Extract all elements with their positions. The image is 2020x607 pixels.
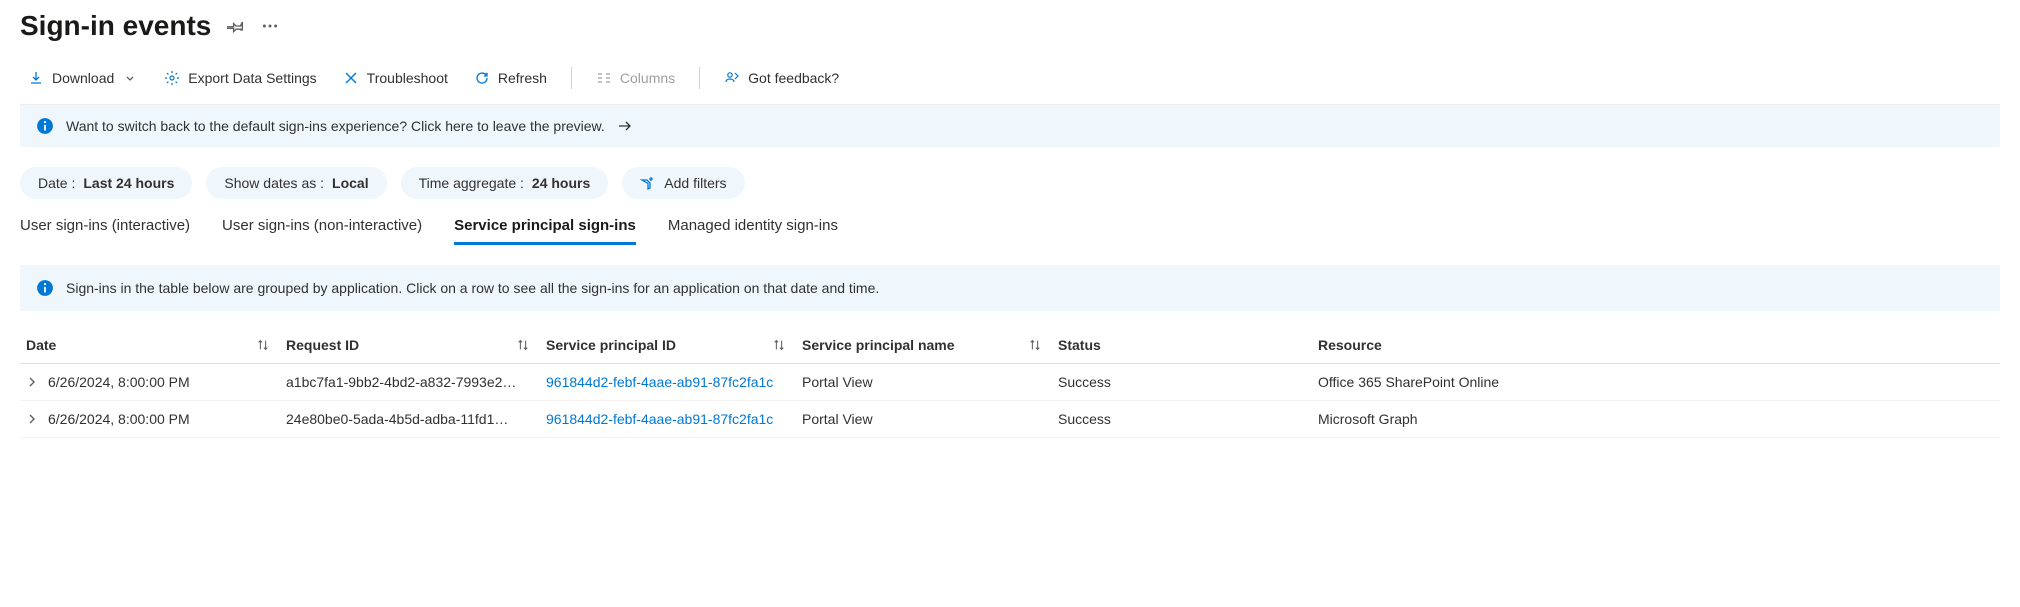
col-resource-label: Resource bbox=[1318, 337, 1978, 353]
tabs: User sign-ins (interactive) User sign-ins… bbox=[20, 209, 2000, 245]
filter-date-prefix: Date : bbox=[38, 175, 75, 191]
filter-date[interactable]: Date : Last 24 hours bbox=[20, 167, 192, 199]
feedback-icon bbox=[724, 70, 740, 86]
cell-resource: Microsoft Graph bbox=[1318, 411, 1418, 427]
add-filters-button[interactable]: Add filters bbox=[622, 167, 744, 199]
grouping-info-text: Sign-ins in the table below are grouped … bbox=[66, 280, 879, 296]
gear-icon bbox=[164, 70, 180, 86]
chevron-right-icon bbox=[26, 413, 38, 425]
tab-user-sign-ins-interactive-[interactable]: User sign-ins (interactive) bbox=[20, 209, 190, 245]
col-sp-id[interactable]: Service principal ID bbox=[546, 337, 802, 353]
cell-date: 6/26/2024, 8:00:00 PM bbox=[48, 411, 190, 427]
grouping-info-bar: Sign-ins in the table below are grouped … bbox=[20, 265, 2000, 311]
pin-icon[interactable] bbox=[227, 17, 245, 35]
cell-resource: Office 365 SharePoint Online bbox=[1318, 374, 1499, 390]
download-label: Download bbox=[52, 70, 114, 86]
filter-agg-prefix: Time aggregate : bbox=[419, 175, 524, 191]
arrow-right-icon bbox=[617, 118, 633, 134]
sort-icon bbox=[256, 338, 270, 352]
cell-request-id: a1bc7fa1-9bb2-4bd2-a832-7993e2… bbox=[286, 374, 516, 390]
col-sp-name-label: Service principal name bbox=[802, 337, 1020, 353]
export-label: Export Data Settings bbox=[188, 70, 316, 86]
cell-status: Success bbox=[1058, 374, 1111, 390]
troubleshoot-label: Troubleshoot bbox=[367, 70, 448, 86]
columns-icon bbox=[596, 70, 612, 86]
filter-show-dates[interactable]: Show dates as : Local bbox=[206, 167, 386, 199]
filter-agg-value: 24 hours bbox=[532, 175, 590, 191]
toolbar-separator bbox=[571, 67, 572, 89]
columns-button: Columns bbox=[588, 64, 683, 92]
filter-date-value: Last 24 hours bbox=[83, 175, 174, 191]
download-button[interactable]: Download bbox=[20, 64, 146, 92]
col-request-id[interactable]: Request ID bbox=[286, 337, 546, 353]
sort-icon bbox=[1028, 338, 1042, 352]
chevron-down-icon bbox=[122, 70, 138, 86]
cell-sp-id-link[interactable]: 961844d2-febf-4aae-ab91-87fc2fa1c bbox=[546, 374, 773, 390]
filter-show-dates-prefix: Show dates as : bbox=[224, 175, 324, 191]
filter-time-aggregate[interactable]: Time aggregate : 24 hours bbox=[401, 167, 609, 199]
feedback-button[interactable]: Got feedback? bbox=[716, 64, 847, 92]
col-sp-name[interactable]: Service principal name bbox=[802, 337, 1058, 353]
col-status-label: Status bbox=[1058, 337, 1302, 353]
col-request-id-label: Request ID bbox=[286, 337, 508, 353]
col-sp-id-label: Service principal ID bbox=[546, 337, 764, 353]
cell-sp-name: Portal View bbox=[802, 374, 873, 390]
preview-info-text: Want to switch back to the default sign-… bbox=[66, 118, 605, 134]
cell-request-id: 24e80be0-5ada-4b5d-adba-11fd1… bbox=[286, 411, 508, 427]
refresh-icon bbox=[474, 70, 490, 86]
info-icon bbox=[36, 279, 54, 297]
sort-icon bbox=[772, 338, 786, 352]
cell-sp-name: Portal View bbox=[802, 411, 873, 427]
preview-info-bar[interactable]: Want to switch back to the default sign-… bbox=[20, 105, 2000, 147]
troubleshoot-button[interactable]: Troubleshoot bbox=[335, 64, 456, 92]
cell-sp-id-link[interactable]: 961844d2-febf-4aae-ab91-87fc2fa1c bbox=[546, 411, 773, 427]
filter-show-dates-value: Local bbox=[332, 175, 369, 191]
page-title: Sign-in events bbox=[20, 10, 211, 42]
col-status[interactable]: Status bbox=[1058, 337, 1318, 353]
tab-managed-identity-sign-ins[interactable]: Managed identity sign-ins bbox=[668, 209, 838, 245]
troubleshoot-icon bbox=[343, 70, 359, 86]
info-icon bbox=[36, 117, 54, 135]
feedback-label: Got feedback? bbox=[748, 70, 839, 86]
refresh-button[interactable]: Refresh bbox=[466, 64, 555, 92]
download-icon bbox=[28, 70, 44, 86]
tab-service-principal-sign-ins[interactable]: Service principal sign-ins bbox=[454, 209, 636, 245]
export-button[interactable]: Export Data Settings bbox=[156, 64, 324, 92]
table-row[interactable]: 6/26/2024, 8:00:00 PM 24e80be0-5ada-4b5d-… bbox=[20, 401, 2000, 438]
cell-status: Success bbox=[1058, 411, 1111, 427]
more-icon[interactable] bbox=[261, 17, 279, 35]
columns-label: Columns bbox=[620, 70, 675, 86]
refresh-label: Refresh bbox=[498, 70, 547, 86]
col-date-label: Date bbox=[26, 337, 248, 353]
add-filters-label: Add filters bbox=[664, 175, 726, 191]
tab-user-sign-ins-non-interactive-[interactable]: User sign-ins (non-interactive) bbox=[222, 209, 422, 245]
col-date[interactable]: Date bbox=[26, 337, 286, 353]
col-resource[interactable]: Resource bbox=[1318, 337, 1994, 353]
chevron-right-icon bbox=[26, 376, 38, 388]
sort-icon bbox=[516, 338, 530, 352]
filter-icon bbox=[640, 175, 656, 191]
table-row[interactable]: 6/26/2024, 8:00:00 PM a1bc7fa1-9bb2-4bd2-… bbox=[20, 364, 2000, 401]
cell-date: 6/26/2024, 8:00:00 PM bbox=[48, 374, 190, 390]
toolbar-separator bbox=[699, 67, 700, 89]
